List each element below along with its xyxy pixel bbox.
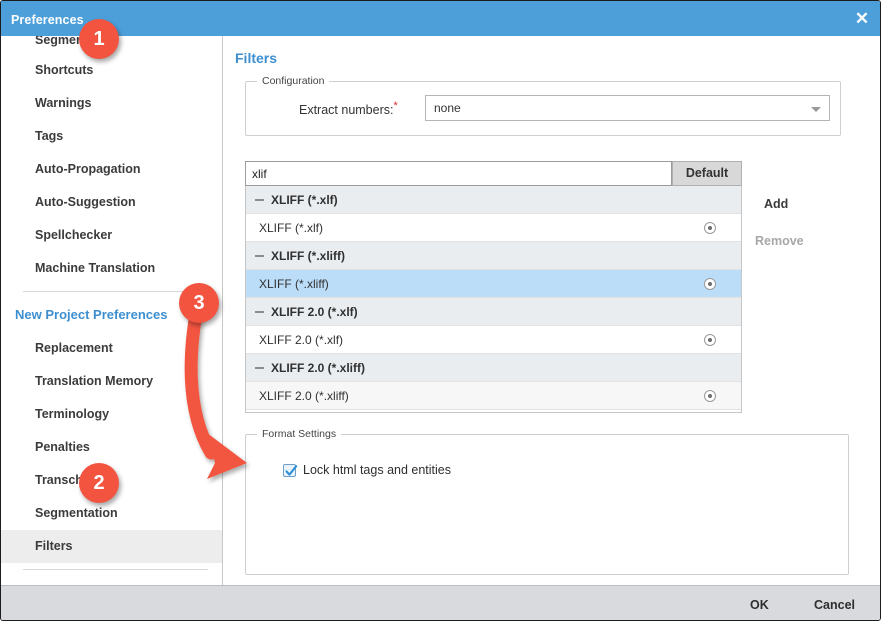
table-row[interactable]: XLIFF (*.xlf): [246, 214, 741, 242]
sidebar-item-shortcuts[interactable]: Shortcuts: [1, 54, 222, 87]
format-settings-group: Format Settings Lock html tags and entit…: [245, 428, 849, 575]
sidebar-item-label: Tags: [35, 129, 64, 143]
filter-row-label: XLIFF (*.xlf): [259, 221, 324, 235]
table-row[interactable]: XLIFF 2.0 (*.xlf): [246, 298, 741, 326]
filter-list[interactable]: XLIFF 1.2 (*.xlf) XLIFF (*.xlf) XLIFF (*…: [245, 186, 742, 413]
filter-row-label: XLIFF 2.0 (*.xliff): [271, 361, 366, 375]
collapse-minus-icon[interactable]: [255, 199, 264, 201]
filter-row-label: XLIFF (*.xliff): [259, 277, 329, 291]
sidebar-item-warnings[interactable]: Warnings: [1, 87, 222, 120]
remove-button: Remove: [755, 234, 804, 248]
filter-row-label: XLIFF (*.xliff): [271, 249, 345, 263]
sidebar-item-filters[interactable]: Filters: [1, 530, 222, 563]
sidebar-item-label: Terminology: [35, 407, 110, 421]
required-marker: *: [393, 100, 398, 112]
table-row[interactable]: XLIFF 2.0 (*.xliff): [246, 382, 741, 410]
window-title: Preferences: [11, 13, 84, 27]
collapse-minus-icon[interactable]: [255, 311, 264, 313]
format-settings-legend: Format Settings: [257, 428, 342, 440]
sidebar-item-label: Filters: [35, 539, 73, 553]
table-row-selected[interactable]: XLIFF (*.xliff): [246, 270, 741, 298]
default-column-header[interactable]: Default: [672, 161, 742, 186]
sidebar-item-label: Translation Memory: [35, 374, 154, 388]
sidebar-item-auto-suggestion[interactable]: Auto-Suggestion: [1, 186, 222, 219]
ok-button[interactable]: OK: [750, 598, 769, 612]
sidebar-item-label: Auto-Suggestion: [35, 195, 136, 209]
filter-search-input[interactable]: [245, 161, 672, 186]
preferences-dialog: Preferences ✕ Segmentation Shortcuts War…: [0, 0, 881, 621]
dialog-body: Segmentation Shortcuts Warnings Tags Aut…: [1, 36, 880, 585]
annotation-badge-3: 3: [179, 283, 219, 323]
sidebar-item-label: Machine Translation: [35, 261, 156, 275]
filter-row-label: XLIFF (*.xlf): [271, 193, 338, 207]
sidebar-item-label: Segmentation: [35, 506, 118, 520]
filter-row-label: XLIFF 2.0 (*.xlf): [259, 333, 344, 347]
annotation-badge-2: 2: [79, 463, 119, 503]
extract-numbers-label: Extract numbers:*: [299, 100, 398, 117]
sidebar-divider-2: [23, 569, 208, 570]
filter-table-header: Default: [245, 161, 742, 186]
sidebar-item-label: Warnings: [35, 96, 92, 110]
sidebar-item-label: Replacement: [35, 341, 113, 355]
table-row[interactable]: XLIFF 2.0 (*.xliff): [246, 354, 741, 382]
lock-html-tags-label: Lock html tags and entities: [303, 463, 451, 477]
dialog-footer: OK Cancel: [1, 585, 880, 620]
sidebar-item-replacement[interactable]: Replacement: [1, 332, 222, 365]
extract-numbers-value: none: [434, 101, 461, 115]
configuration-legend: Configuration: [257, 75, 330, 87]
title-bar: Preferences ✕: [1, 1, 880, 36]
sidebar-item-label: Auto-Propagation: [35, 162, 141, 176]
default-radio[interactable]: [704, 334, 716, 346]
close-icon[interactable]: ✕: [852, 9, 872, 29]
filters-pane: Filters Configuration Extract numbers:* …: [224, 36, 880, 585]
page-title: Filters: [235, 50, 278, 66]
collapse-minus-icon[interactable]: [255, 367, 264, 369]
sidebar-item-tags[interactable]: Tags: [1, 120, 222, 153]
chevron-down-icon: [811, 107, 821, 112]
sidebar-item-spellchecker[interactable]: Spellchecker: [1, 219, 222, 252]
sidebar-item-machine-translation[interactable]: Machine Translation: [1, 252, 222, 285]
sidebar-item-label: Penalties: [35, 440, 90, 454]
sidebar-item-translation-memory[interactable]: Translation Memory: [1, 365, 222, 398]
checkmark-icon: [285, 465, 298, 476]
sidebar-item-segmentation[interactable]: Segmentation: [1, 497, 222, 530]
default-radio[interactable]: [704, 278, 716, 290]
sidebar-item-auto-propagation[interactable]: Auto-Propagation: [1, 153, 222, 186]
sidebar-item-label: Spellchecker: [35, 228, 113, 242]
sidebar-group-user-preferences: User Preferences: [1, 576, 222, 585]
collapse-minus-icon[interactable]: [255, 255, 264, 257]
sidebar-divider: [23, 291, 208, 292]
sidebar-item-label: Shortcuts: [35, 63, 94, 77]
default-radio[interactable]: [704, 390, 716, 402]
sidebar-item-terminology[interactable]: Terminology: [1, 398, 222, 431]
filter-row-label: XLIFF 2.0 (*.xliff): [259, 389, 349, 403]
cancel-button[interactable]: Cancel: [814, 598, 855, 612]
filter-table-panel: Default XLIFF 1.2 (*.xlf) XLIFF (*.xlf) …: [245, 161, 742, 413]
default-radio[interactable]: [704, 222, 716, 234]
annotation-badge-1: 1: [79, 19, 119, 59]
extract-numbers-select[interactable]: none: [425, 95, 830, 121]
table-row[interactable]: XLIFF (*.xliff): [246, 242, 741, 270]
table-row[interactable]: XLIFF (*.xlf): [246, 186, 741, 214]
sidebar-item-penalties[interactable]: Penalties: [1, 431, 222, 464]
filter-row-label: XLIFF 2.0 (*.xlf): [271, 305, 358, 319]
configuration-group: Configuration Extract numbers:* none: [245, 75, 841, 136]
add-button[interactable]: Add: [764, 197, 788, 211]
table-row[interactable]: XLIFF 2.0 (*.xlf): [246, 326, 741, 354]
extract-numbers-label-text: Extract numbers:: [299, 103, 394, 118]
lock-html-tags-checkbox[interactable]: [283, 464, 298, 477]
